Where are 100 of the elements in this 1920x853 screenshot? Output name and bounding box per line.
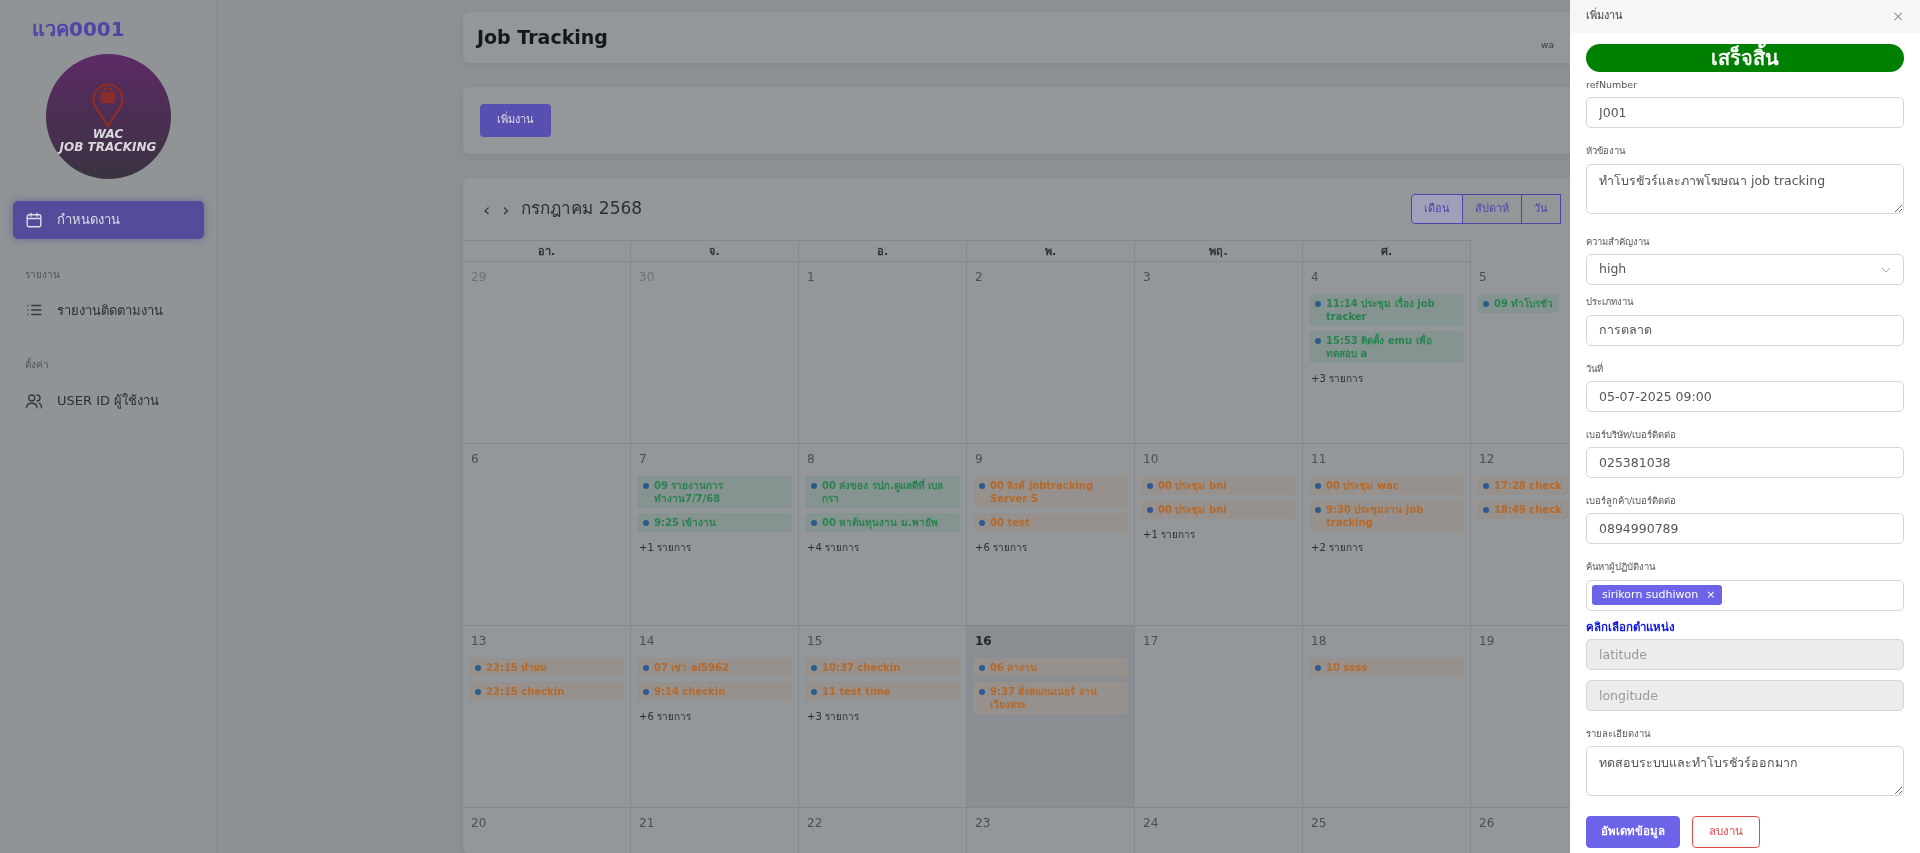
event-title: 00 test [990,516,1030,529]
weekday-header: อ. [799,240,967,262]
day-number: 12 [1479,451,1495,468]
dot-icon [1315,665,1321,671]
page-title: Job Tracking [477,26,608,49]
view-tab[interactable]: วัน [1521,193,1561,225]
day-number: 17 [1143,633,1159,650]
more-link[interactable]: +3 รายการ [1309,371,1365,386]
status-banner: เสร็จสิ้น [1586,44,1904,72]
remove-tag-button[interactable]: × [1706,586,1716,604]
user-email: wa [1541,38,1554,52]
day-number: 6 [471,451,479,468]
section-heading: รายงาน [24,267,61,282]
day-number: 15 [807,633,823,650]
more-link[interactable]: +4 รายการ [805,540,861,555]
dot-icon [1483,301,1489,307]
input-field[interactable]: การตลาด [1586,314,1904,346]
text-area[interactable]: ทดสอบระบบและทำโบรชัวร์ออกมาก [1586,746,1904,796]
dot-icon [643,520,649,526]
next-button[interactable]: › [496,195,516,223]
dot-icon [1315,483,1321,489]
update-button[interactable]: อัพเดทข้อมูล [1586,815,1680,848]
dot-icon [1483,507,1489,513]
close-button[interactable]: × [1892,6,1904,27]
select-field[interactable]: high [1586,254,1904,286]
dot-icon [1315,301,1321,307]
prev-button[interactable]: ‹ [477,195,497,223]
event-title: 10:37 checkin [822,661,901,674]
dot-icon [643,483,649,489]
event-title: 09 รายงานการทำงาน7/7/68 [654,479,725,505]
input-field[interactable]: 05-07-2025 09:00 [1586,380,1904,412]
weekday-header: ศ. [1303,240,1471,262]
event-title: 9:25 เข้างาน [654,516,717,529]
chevron-down-icon [1881,266,1891,273]
dot-icon [811,520,817,526]
input-field[interactable]: 0894990789 [1586,513,1904,545]
weekday-header: อา. [463,240,631,262]
field-label: หัวข้องาน [1586,144,1627,159]
event-title: 9:14 checkin [654,685,726,698]
event-title: 00 หาต้นทุนงาน ม.พายัพ [822,516,938,529]
day-number: 26 [1479,815,1495,832]
field-label: เบอร์ลูกค้า/เบอร์ติดต่อ [1586,494,1678,509]
more-link[interactable]: +3 รายการ [805,709,861,724]
event-title: 22:15 checkin [486,685,565,698]
field-label: รายละเอียดงาน [1586,726,1652,741]
day-number: 3 [1143,269,1151,286]
more-link[interactable]: +6 รายการ [637,709,693,724]
panel-title: เพิ่มงาน [1586,8,1623,25]
day-number: 8 [807,451,815,468]
nav-item[interactable]: USER ID ผู้ใช้งาน [13,382,204,420]
nav-item[interactable]: รายงานติดตามงาน [13,291,204,329]
delete-button[interactable]: ลบงาน [1692,815,1760,848]
field-label: ค้นหาผู้ปฏิบัติงาน [1586,560,1657,575]
day-number: 25 [1311,815,1327,832]
event-title: 00 ส่งของ รปภ.ดูแลดีที่ เบลกรา [822,479,945,505]
location-link[interactable]: คลิกเลือกตำแหน่ง [1586,618,1675,636]
day-number: 22 [807,815,823,832]
weekday-header: พฤ. [1135,240,1303,262]
event-title: 00 ประชุม wac [1326,479,1399,492]
day-number: 21 [639,815,655,832]
day-number: 10 [1143,451,1159,468]
day-number: 2 [975,269,983,286]
weekday-header: พ. [967,240,1135,262]
section-heading: ตั้งค่า [24,357,50,372]
day-number: 24 [1143,815,1159,832]
dot-icon [475,689,481,695]
day-number: 23 [975,815,991,832]
event-title: 06 ลางาน [990,661,1038,674]
field-label: ความสำคัญงาน [1586,235,1651,249]
nav-item[interactable]: กำหนดงาน [13,201,204,239]
event-title: 00 ลิงค์ jobtracking Server S [990,479,1095,505]
day-number: 18 [1311,633,1327,650]
dot-icon [811,665,817,671]
dot-icon [1147,483,1153,489]
more-link[interactable]: +6 รายการ [973,540,1029,555]
field-label: ประเภทงาน [1586,295,1635,310]
day-number: 14 [639,633,655,650]
view-tab[interactable]: สัปดาห์ [1462,193,1522,225]
day-number: 9 [975,451,983,468]
text-area[interactable]: ทำโบรชัวร์และภาพโฆษณา job tracking [1586,163,1904,214]
tag-input[interactable]: sirikorn sudhiwon × [1586,579,1904,611]
day-number: 20 [471,815,487,832]
add-job-button[interactable]: เพิ่มงาน [480,104,551,137]
dot-icon [979,520,985,526]
field-label: refNumber [1586,78,1639,92]
day-number: 7 [639,451,647,468]
day-number: 5 [1479,269,1487,286]
dot-icon [811,689,817,695]
dot-icon [475,665,481,671]
input-field[interactable]: 025381038 [1586,447,1904,478]
event-title: 18:49 check [1494,503,1562,516]
more-link[interactable]: +1 รายการ [1141,527,1197,542]
weekday-header: จ. [631,240,799,262]
event-title: 07 เช่า ai5962 [654,661,729,674]
more-link[interactable]: +2 รายการ [1309,540,1365,555]
view-tab[interactable]: เดือน [1411,193,1463,225]
more-link[interactable]: +1 รายการ [637,540,693,555]
event-title: 9:30 ประชุมงาน job tracking [1326,503,1425,529]
day-number: 16 [975,633,992,650]
input-field[interactable]: J001 [1586,97,1904,129]
